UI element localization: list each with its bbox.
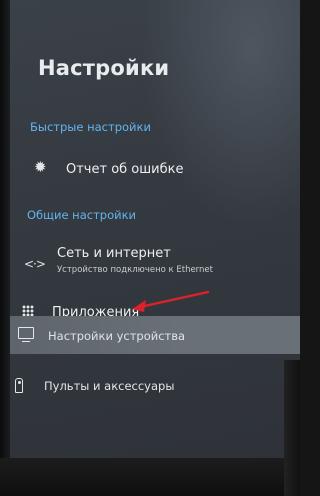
settings-panel: Настройки Быстрые настройки ✹ Отчет об о… bbox=[0, 0, 300, 470]
remote-icon bbox=[15, 378, 23, 396]
network-icon: <·> bbox=[24, 257, 46, 271]
menu-item-label: Сеть и интернет bbox=[57, 246, 171, 261]
menu-item-remotes[interactable]: Пульты и аксессуары bbox=[0, 368, 300, 402]
menu-item-label: Пульты и аксессуары bbox=[44, 379, 175, 393]
menu-item-network[interactable]: <·> Сеть и интернет Устройство подключен… bbox=[0, 240, 300, 284]
screen-glare bbox=[140, 0, 300, 230]
tv-bezel-right bbox=[284, 360, 300, 496]
menu-item-sublabel: Устройство подключено к Ethernet bbox=[57, 265, 213, 275]
photo-scene: Настройки Быстрые настройки ✹ Отчет об о… bbox=[0, 0, 300, 496]
menu-item-label: Настройки устройства bbox=[48, 329, 186, 343]
section-header-general: Общие настройки bbox=[27, 208, 136, 222]
photo-edge bbox=[0, 0, 10, 496]
page-title: Настройки bbox=[38, 56, 170, 80]
menu-item-label: Отчет об ошибке bbox=[66, 162, 184, 177]
menu-item-bug-report[interactable]: ✹ Отчет об ошибке bbox=[0, 150, 300, 190]
tv-bezel-bottom bbox=[0, 458, 300, 496]
tv-icon bbox=[18, 327, 34, 342]
menu-item-device-settings[interactable]: Настройки устройства bbox=[0, 316, 300, 354]
section-header-quick: Быстрые настройки bbox=[30, 120, 151, 134]
bug-icon: ✹ bbox=[34, 158, 47, 176]
